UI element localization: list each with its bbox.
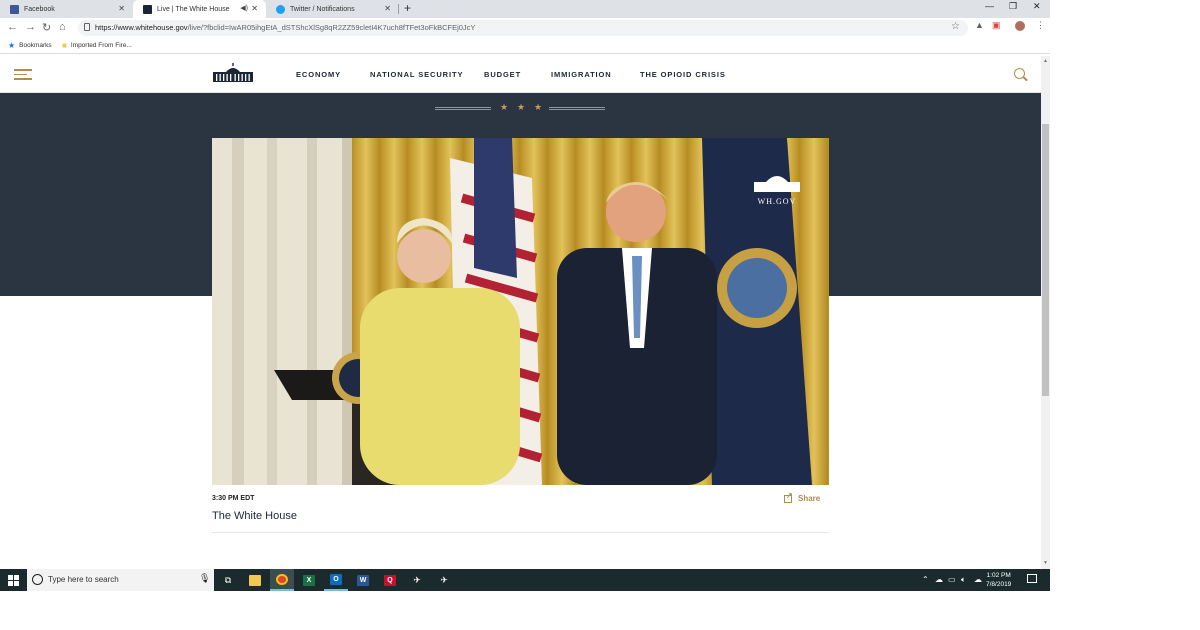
search-icon[interactable]	[1014, 68, 1025, 79]
file-explorer-icon[interactable]	[243, 569, 267, 591]
pdf-extension-icon[interactable]: ▣	[992, 20, 1001, 31]
taskbar-clock[interactable]: 1:02 PM 7/8/2019	[986, 571, 1011, 589]
browser-toolbar: ← → ↻ ⌂ https://www.whitehouse.gov/live/…	[0, 18, 1050, 38]
share-icon	[784, 491, 793, 503]
nav-immigration[interactable]: IMMIGRATION	[551, 70, 612, 79]
video-frame: WH.GOV	[212, 138, 829, 485]
divider-line	[435, 107, 491, 110]
taskbar-search-box[interactable]: Type here to search 🎙︎	[27, 569, 214, 591]
home-icon[interactable]: ⌂	[59, 21, 66, 33]
star-icon: ★	[500, 102, 509, 112]
notification-icon[interactable]	[1027, 574, 1037, 583]
stream-time: 3:30 PM EDT	[212, 495, 255, 502]
windows-start-icon[interactable]	[8, 575, 19, 586]
address-bar[interactable]: https://www.whitehouse.gov/live/?fbclid=…	[78, 20, 968, 36]
microphone-icon[interactable]: 🎙︎	[199, 573, 210, 584]
nav-opioid-crisis[interactable]: THE OPIOID CRISIS	[640, 70, 726, 79]
close-icon[interactable]: ✕	[251, 4, 258, 13]
page-scrollbar[interactable]: ▲ ▼	[1041, 56, 1050, 569]
browser-window: Facebook ✕ Live | The White House ◀︎) ✕ …	[0, 0, 1050, 591]
clock-date: 7/8/2019	[986, 581, 1012, 588]
lock-icon	[84, 23, 90, 31]
star-icon: ★	[517, 102, 526, 112]
tab-white-house-live[interactable]: Live | The White House ◀︎) ✕	[133, 0, 266, 18]
reload-icon[interactable]: ↻	[42, 21, 51, 34]
task-view-icon[interactable]: ⧉	[216, 569, 240, 591]
scrollbar-thumb[interactable]	[1042, 124, 1049, 396]
divider	[212, 532, 829, 533]
bookmark-imported[interactable]: ■ Imported From Fire...	[62, 41, 132, 50]
tab-facebook[interactable]: Facebook ✕	[0, 0, 133, 18]
hamburger-menu-icon[interactable]	[14, 69, 32, 80]
folder-icon: ■	[62, 41, 67, 50]
stream-title: The White House	[212, 510, 297, 522]
live-video-player[interactable]: WH.GOV	[212, 138, 829, 485]
minimize-icon[interactable]: —	[985, 1, 994, 11]
new-tab-button[interactable]: +	[404, 1, 411, 15]
network-icon[interactable]: ▭	[948, 575, 956, 584]
search-placeholder: Type here to search	[48, 575, 119, 584]
app-icon-2[interactable]: ✈︎	[432, 569, 456, 591]
bookmark-star-icon[interactable]: ☆	[951, 21, 960, 32]
tab-label: Twitter / Notifications	[290, 5, 355, 13]
nav-economy[interactable]: ECONOMY	[296, 70, 341, 79]
url-text: https://www.whitehouse.gov/live/?fbclid=…	[95, 23, 476, 32]
volume-icon[interactable]: 🔈︎	[961, 575, 966, 585]
tab-twitter[interactable]: Twitter / Notifications ✕	[266, 0, 399, 18]
app-q-icon[interactable]: Q	[378, 569, 402, 591]
bookmarks-bar: ★ Bookmarks ■ Imported From Fire...	[0, 38, 1050, 54]
scroll-up-icon[interactable]: ▲	[1043, 58, 1048, 64]
app-icon[interactable]: ✈︎	[405, 569, 429, 591]
drive-icon[interactable]: ▲	[975, 20, 984, 30]
clock-time: 1:02 PM	[986, 572, 1011, 579]
restore-icon[interactable]: ❐	[1009, 1, 1017, 12]
bookmark-bookmarks[interactable]: ★ Bookmarks	[8, 41, 52, 50]
close-icon[interactable]: ✕	[118, 4, 125, 13]
star-icon: ★	[534, 102, 543, 112]
nav-budget[interactable]: BUDGET	[484, 70, 521, 79]
share-label: Share	[798, 494, 821, 503]
video-watermark: WH.GOV	[758, 197, 797, 206]
onedrive-icon[interactable]: ☁︎	[935, 575, 943, 584]
white-house-logo-icon[interactable]	[212, 63, 254, 83]
tab-label: Facebook	[24, 5, 55, 13]
tab-label: Live | The White House	[157, 5, 230, 13]
cloud-sync-icon[interactable]: ☁︎	[974, 575, 982, 584]
windows-taskbar: Type here to search 🎙︎ ⧉ X O W Q ✈︎ ✈︎ ⌃…	[0, 569, 1050, 591]
tab-strip: Facebook ✕ Live | The White House ◀︎) ✕ …	[0, 0, 1050, 18]
scroll-down-icon[interactable]: ▼	[1043, 560, 1048, 566]
menu-icon[interactable]: ⋮	[1036, 20, 1045, 31]
nav-national-security[interactable]: NATIONAL SECURITY	[370, 70, 463, 79]
white-house-icon	[143, 4, 152, 14]
bookmark-label: Imported From Fire...	[70, 42, 132, 49]
speaker-icon[interactable]: ◀︎)	[240, 4, 248, 12]
bookmark-label: Bookmarks	[19, 42, 52, 49]
screen: Facebook ✕ Live | The White House ◀︎) ✕ …	[0, 0, 1200, 630]
page-content: ★ ★ ★ Live ECONOMY NATIONAL SECURITY BUD…	[0, 56, 1041, 569]
forward-icon[interactable]: →	[25, 21, 36, 33]
back-icon[interactable]: ←	[7, 21, 18, 33]
cortana-icon	[32, 574, 43, 585]
divider-line	[549, 107, 605, 110]
close-icon[interactable]: ✕	[384, 4, 391, 13]
star-icon: ★	[8, 41, 16, 50]
excel-icon[interactable]: X	[297, 569, 321, 591]
outlook-icon[interactable]: O	[324, 569, 348, 591]
tray-expand-icon[interactable]: ⌃	[922, 575, 929, 584]
close-window-icon[interactable]: ✕	[1033, 1, 1041, 12]
word-icon[interactable]: W	[351, 569, 375, 591]
share-button[interactable]: Share	[784, 491, 821, 503]
avatar[interactable]	[1015, 21, 1025, 31]
site-header: Live ECONOMY NATIONAL SECURITY BUDGET IM…	[0, 56, 1041, 96]
tab-separator	[398, 4, 399, 14]
chrome-icon[interactable]	[270, 569, 294, 591]
facebook-icon	[10, 4, 19, 14]
twitter-icon	[276, 4, 285, 14]
stars-divider: ★ ★ ★	[435, 102, 605, 113]
